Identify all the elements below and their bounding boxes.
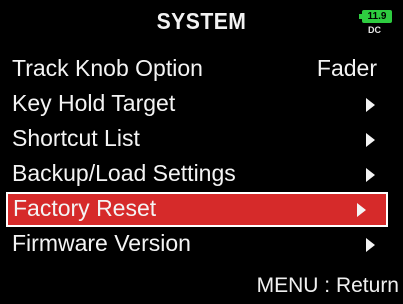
chevron-right-icon xyxy=(366,238,375,252)
menu-item-label: Key Hold Target xyxy=(12,90,176,116)
battery-level: 11.9 xyxy=(362,10,392,23)
screen-title: SYSTEM xyxy=(156,8,247,34)
menu-item-factory-reset[interactable]: Factory Reset xyxy=(6,192,388,227)
menu-item-label: Backup/Load Settings xyxy=(12,160,236,186)
menu-item-label: Factory Reset xyxy=(13,195,157,221)
title-bar: SYSTEM 11.9 DC xyxy=(0,0,403,46)
menu-item-shortcut-list[interactable]: Shortcut List xyxy=(0,122,403,157)
footer-hint-bar: MENU : Return xyxy=(0,266,403,304)
menu-item-firmware-version[interactable]: Firmware Version xyxy=(0,227,403,262)
return-hint: MENU : Return xyxy=(256,274,399,297)
battery-indicator: 11.9 DC xyxy=(359,10,396,38)
chevron-right-icon xyxy=(366,98,375,112)
menu-item-value: Fader xyxy=(316,55,377,81)
chevron-right-icon xyxy=(366,133,375,147)
system-menu-screen: SYSTEM 11.9 DC Track Knob Option Fader K… xyxy=(0,0,403,304)
menu-item-label: Track Knob Option xyxy=(12,55,203,81)
chevron-right-icon xyxy=(366,168,375,182)
menu-item-label: Firmware Version xyxy=(12,230,191,256)
settings-menu: Track Knob Option Fader Key Hold Target … xyxy=(0,52,403,262)
menu-item-backup-load-settings[interactable]: Backup/Load Settings xyxy=(0,157,403,192)
menu-item-track-knob-option[interactable]: Track Knob Option Fader xyxy=(0,52,403,87)
chevron-right-icon xyxy=(357,203,366,217)
menu-item-key-hold-target[interactable]: Key Hold Target xyxy=(0,87,403,122)
power-source-label: DC xyxy=(368,25,381,35)
menu-item-label: Shortcut List xyxy=(12,125,140,151)
